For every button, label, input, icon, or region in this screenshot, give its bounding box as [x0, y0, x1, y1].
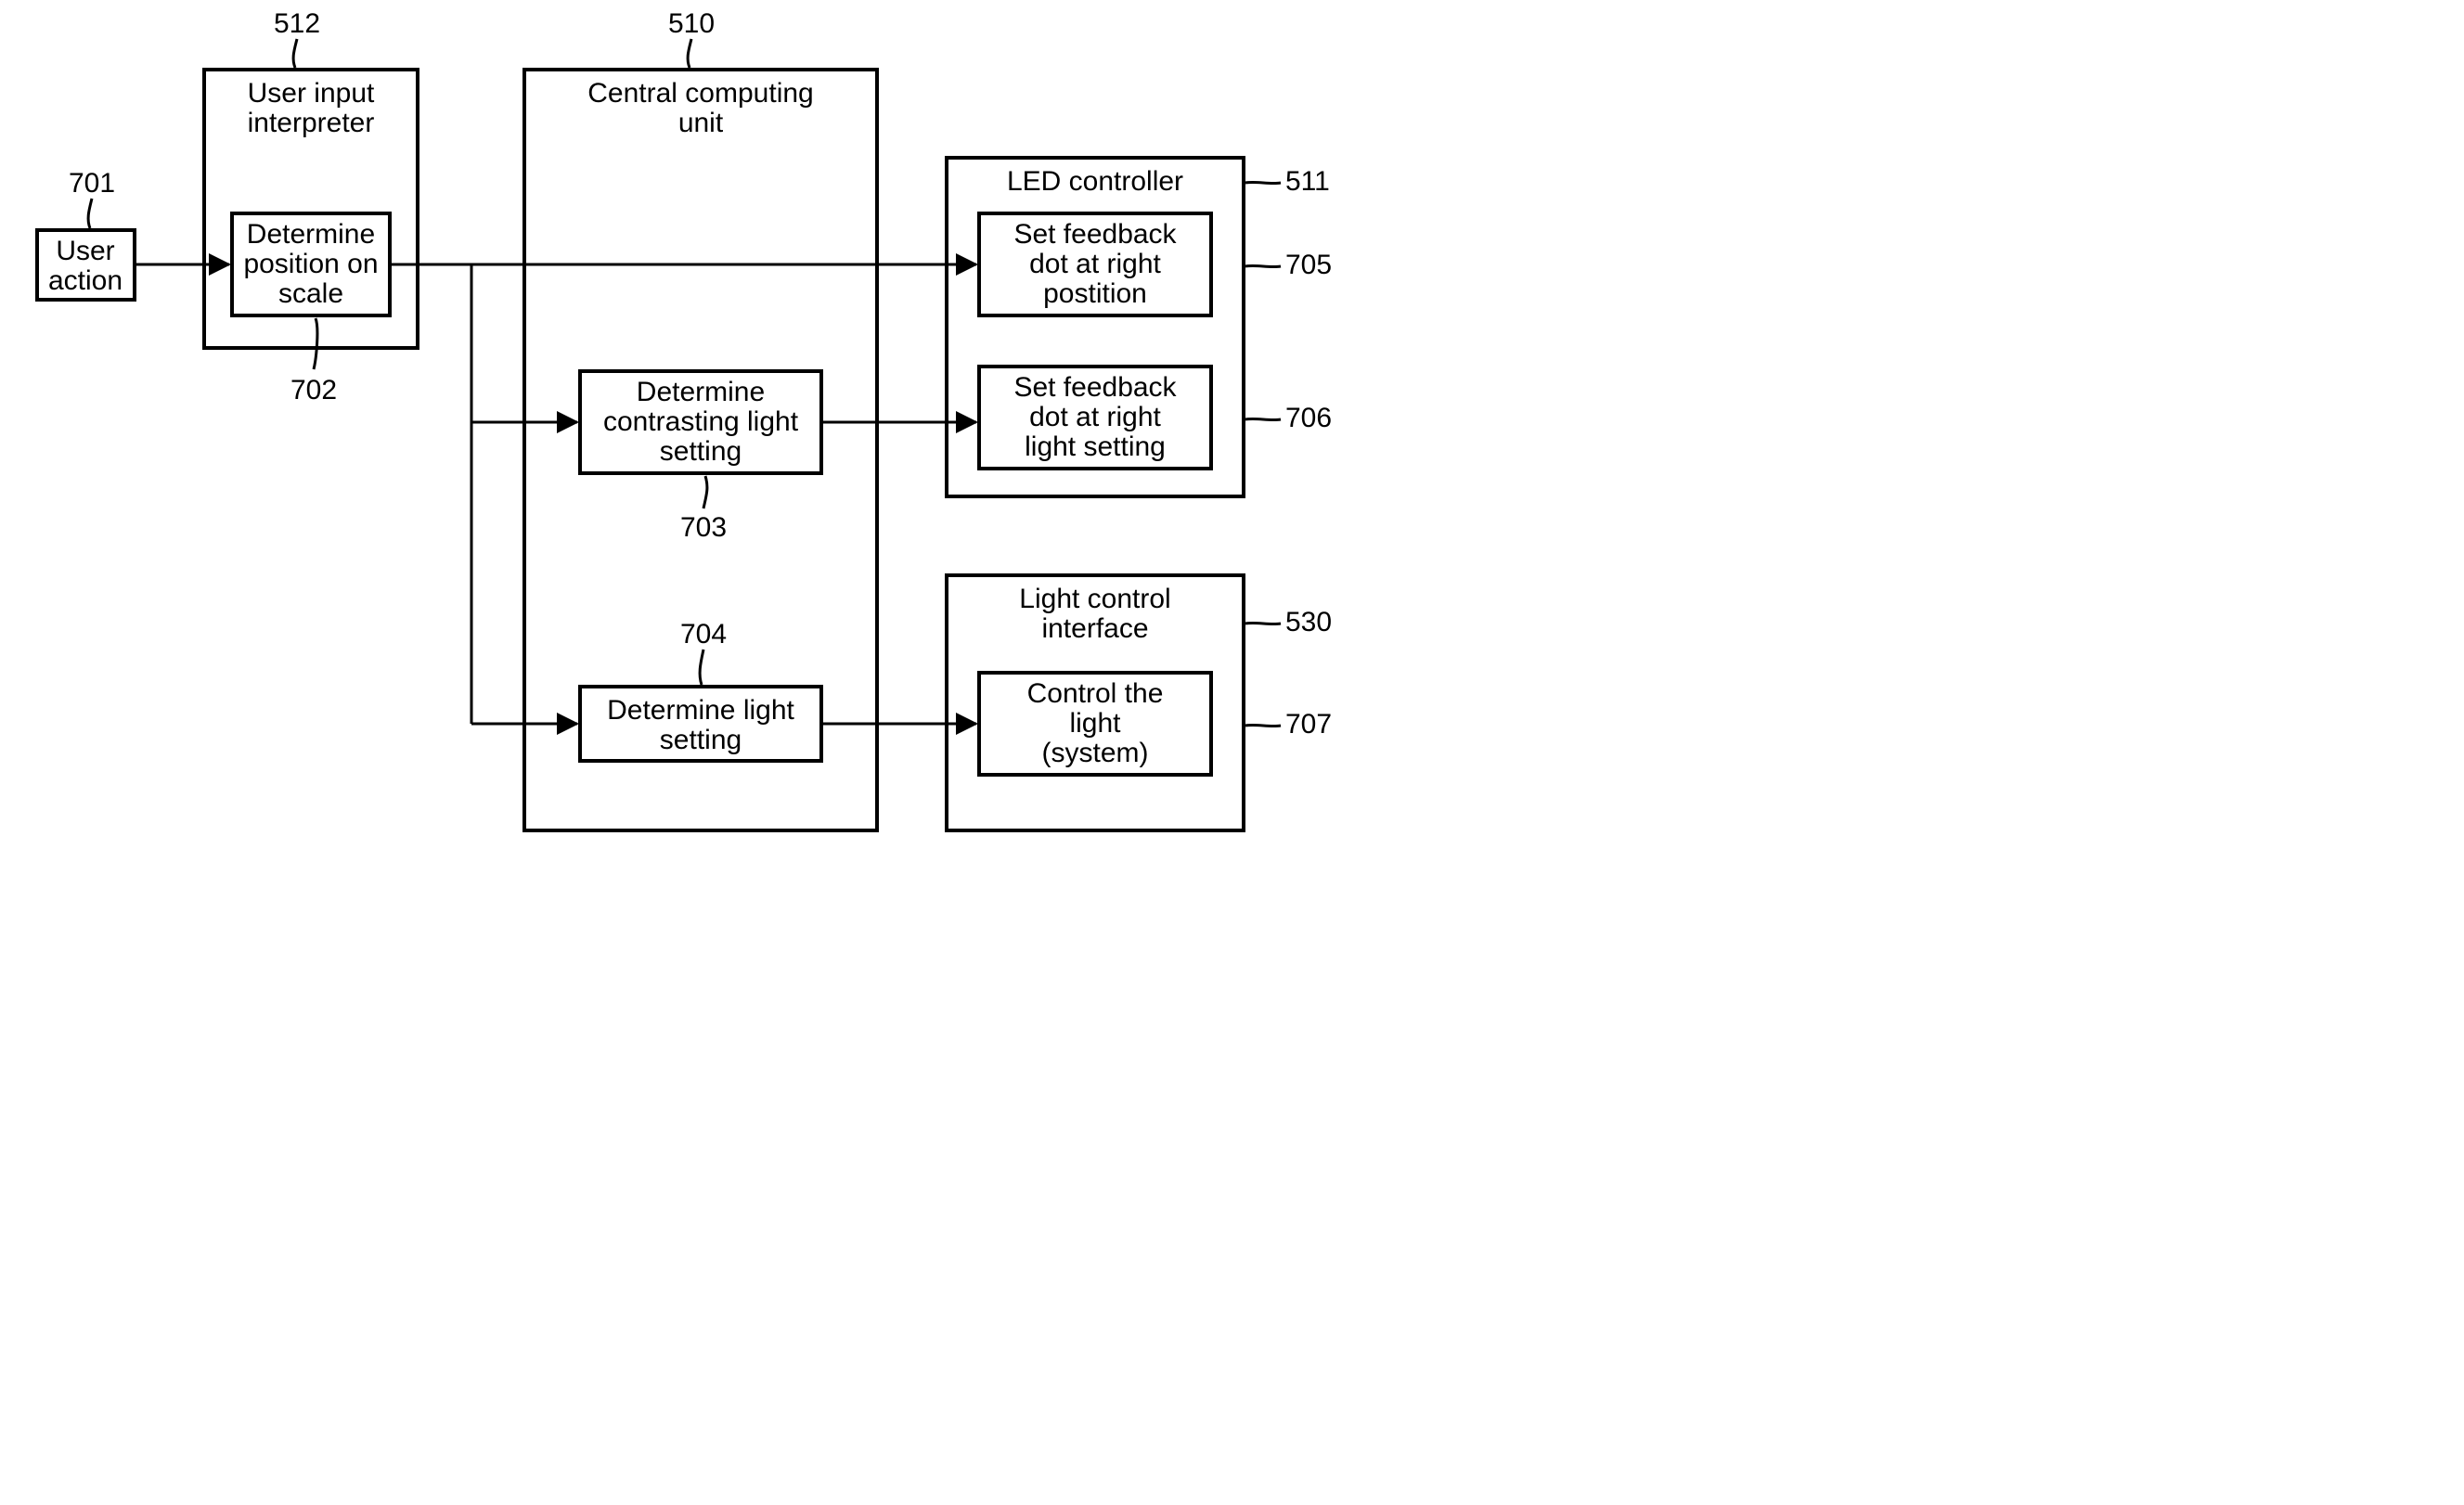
ref-511: 511	[1285, 166, 1330, 197]
b706-l1: Set feedback	[1013, 372, 1177, 403]
leader-707	[1245, 725, 1281, 726]
b703-l1: Determine	[637, 377, 765, 407]
b705-l2: dot at right	[1029, 249, 1161, 279]
b707-l3: (system)	[1042, 738, 1149, 768]
ref-704: 704	[680, 619, 727, 650]
b705-l3: postition	[1043, 278, 1147, 309]
ccu-title-1: Central computing	[587, 78, 813, 109]
ref-703: 703	[680, 512, 727, 543]
b707-l1: Control the	[1027, 678, 1164, 709]
b706-l3: light setting	[1025, 431, 1166, 462]
diagram-canvas: User action 701 User input interpreter 5…	[0, 0, 1369, 928]
ccu-title-2: unit	[678, 108, 724, 138]
ref-512: 512	[274, 8, 320, 39]
uii-title-1: User input	[248, 78, 375, 109]
b704-l2: setting	[660, 725, 742, 755]
ref-510: 510	[668, 8, 715, 39]
ref-707: 707	[1285, 709, 1332, 740]
b702-l2: position on	[243, 249, 378, 279]
b706-l2: dot at right	[1029, 402, 1161, 432]
b707-l2: light	[1069, 708, 1121, 739]
user-action-label-1: User	[56, 236, 114, 266]
b705-l1: Set feedback	[1013, 219, 1177, 250]
b703-l2: contrasting light	[603, 406, 799, 437]
leader-512	[293, 39, 297, 68]
ref-702: 702	[290, 375, 337, 405]
leader-705	[1245, 265, 1281, 266]
ref-705: 705	[1285, 250, 1332, 280]
led-title: LED controller	[1007, 166, 1183, 197]
ref-706: 706	[1285, 403, 1332, 433]
leader-701	[88, 199, 92, 228]
leader-510	[688, 39, 691, 68]
lci-title-1: Light control	[1019, 584, 1170, 614]
leader-530	[1245, 623, 1281, 624]
b704-l1: Determine light	[607, 695, 794, 726]
b702-l1: Determine	[247, 219, 375, 250]
uii-title-2: interpreter	[248, 108, 375, 138]
user-action-label-2: action	[48, 265, 123, 296]
lci-title-2: interface	[1041, 613, 1148, 644]
b702-l3: scale	[278, 278, 343, 309]
b703-l3: setting	[660, 436, 742, 467]
ref-701: 701	[69, 168, 115, 199]
ref-530: 530	[1285, 607, 1332, 637]
leader-706	[1245, 418, 1281, 419]
leader-511	[1245, 182, 1281, 183]
